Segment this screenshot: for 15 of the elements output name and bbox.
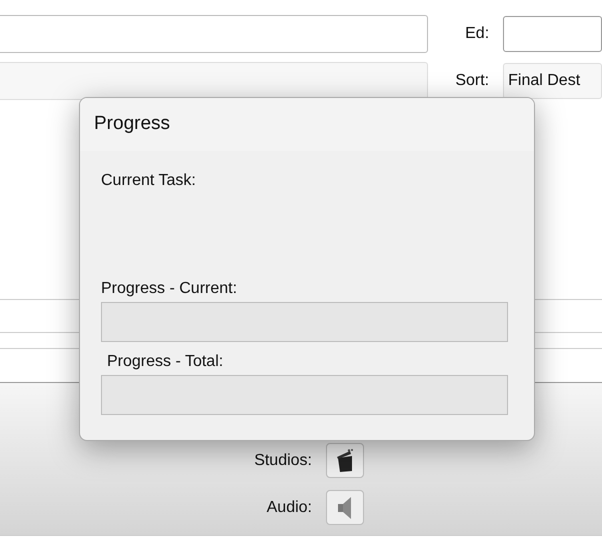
icon-button[interactable] [326,443,364,478]
progress-label: Progress - Total: [106,352,224,372]
field-label: Studios: [254,450,312,470]
text-field[interactable] [0,62,428,100]
ed-field[interactable] [503,16,602,52]
sort-label: Sort: [454,71,490,91]
dialog-title: Progress [94,112,170,136]
current-task-label: Current Task: [101,171,197,189]
sort-dropdown[interactable]: Final Dest [503,63,602,99]
text-field[interactable] [0,15,428,53]
field-label: Audio: [266,498,312,518]
progress-label: Progress - Current: [101,279,238,299]
ed-label: Ed: [464,24,490,44]
clapperboard-icon [336,448,354,472]
speaker-icon [337,496,353,520]
